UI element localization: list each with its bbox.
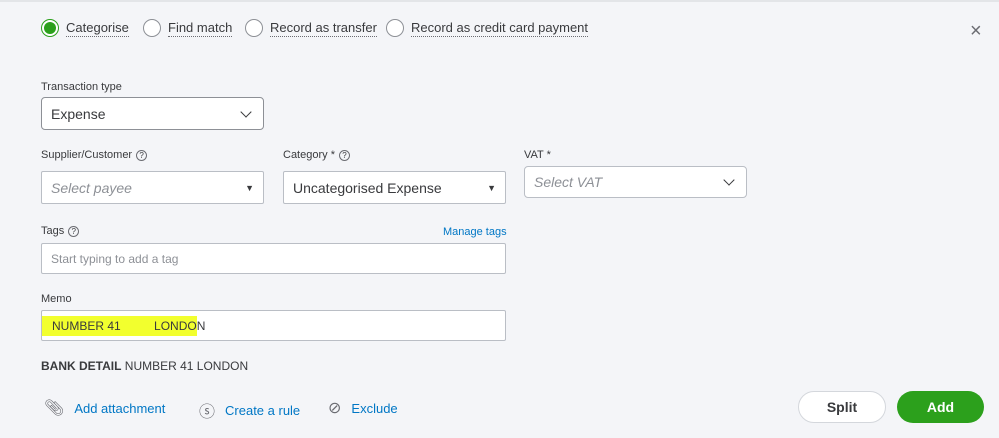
radio-icon [386,19,404,37]
help-icon[interactable]: ? [68,225,80,237]
radio-record-cc-payment[interactable]: Record as credit card payment [386,19,589,37]
radio-record-transfer[interactable]: Record as transfer [245,19,377,37]
help-icon[interactable]: ? [338,149,350,161]
memo-text: N [196,318,206,333]
transaction-type-value: Expense [51,105,106,122]
bank-detail: BANK DETAIL NUMBER 41 LONDON [41,359,248,373]
radio-find-match[interactable]: Find match [143,19,233,37]
add-attachment-link[interactable]: 📎︎ Add attachment [44,398,165,418]
help-icon[interactable]: ? [136,149,148,161]
exclude-link[interactable]: ⊘ Exclude [328,398,398,418]
close-icon[interactable]: × [970,20,982,43]
category-select[interactable]: Uncategorised Expense ▼ [283,171,506,204]
create-rule-link[interactable]: ⓢ Create a rule [199,398,300,422]
radio-categorise[interactable]: Categorise [41,19,129,37]
vat-label: VAT * [524,149,551,161]
category-label: Category *? [283,149,350,161]
exclude-icon: ⊘ [328,400,342,417]
payee-placeholder: Select payee [51,179,132,196]
tags-input[interactable]: Start typing to add a tag [41,243,506,274]
caret-down-icon: ▼ [487,182,496,193]
transaction-type-label: Transaction type [41,81,122,93]
memo-label: Memo [41,293,72,305]
supplier-label: Supplier/Customer? [41,149,148,161]
add-button[interactable]: Add [897,391,984,423]
category-value: Uncategorised Expense [293,179,442,196]
bank-detail-label: BANK DETAIL [41,359,122,373]
manage-tags-link[interactable]: Manage tags [443,226,507,238]
radio-selected-icon [41,19,59,37]
radio-icon [245,19,263,37]
memo-input[interactable]: NUMBER 41 LONDO N [41,310,506,341]
chevron-down-icon [240,105,252,118]
tags-label: Tags? [41,225,80,237]
top-divider [0,0,999,2]
split-button[interactable]: Split [798,391,886,423]
radio-icon [143,19,161,37]
transaction-type-select[interactable]: Expense [41,97,264,130]
tags-placeholder: Start typing to add a tag [51,251,179,266]
bank-detail-value: NUMBER 41 LONDON [124,359,249,373]
chevron-down-icon [723,174,735,186]
lightning-icon: ⓢ [199,404,216,421]
paperclip-icon: 📎︎ [44,400,65,417]
memo-highlighted-text: NUMBER 41 LONDO [42,315,197,336]
payee-select[interactable]: Select payee ▼ [41,171,264,204]
caret-down-icon: ▼ [245,182,254,193]
vat-select[interactable]: Select VAT [524,166,747,198]
vat-placeholder: Select VAT [534,174,603,190]
